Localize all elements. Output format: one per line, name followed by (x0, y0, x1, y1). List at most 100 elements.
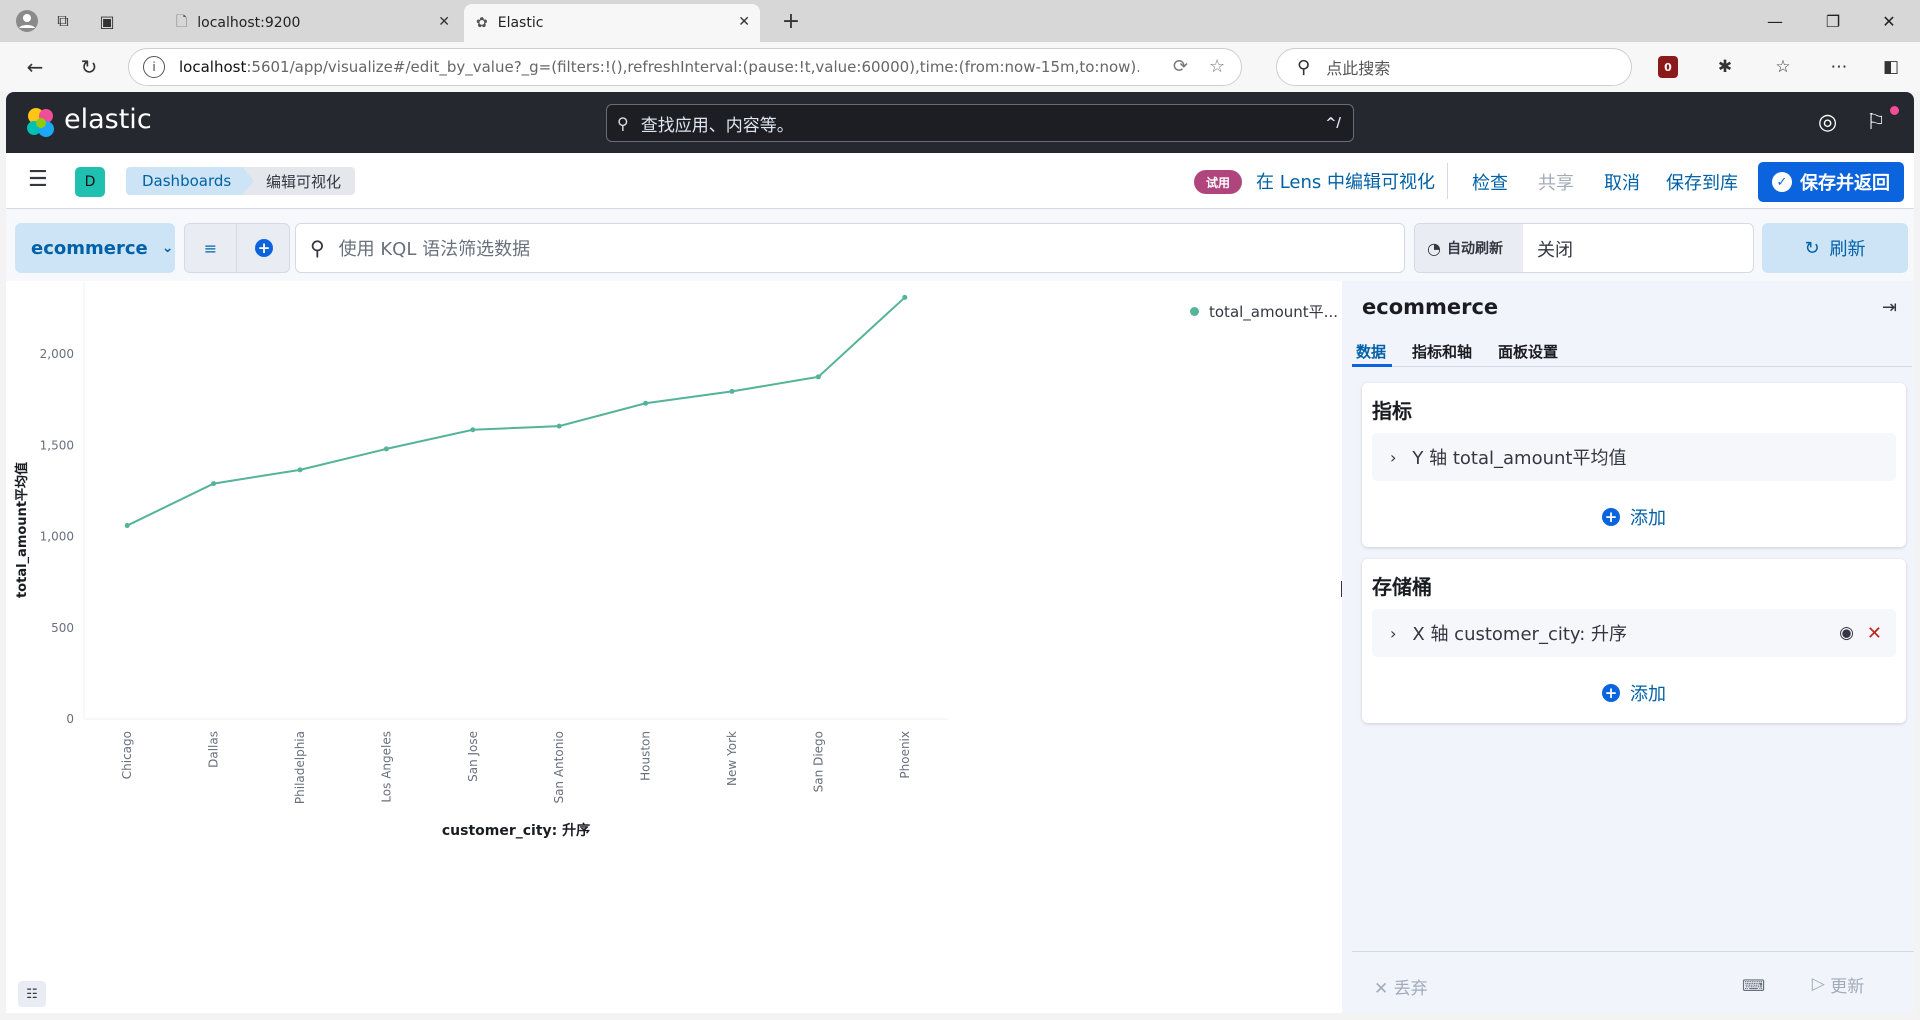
refresh-button[interactable]: ↻ 刷新 (1762, 223, 1908, 273)
y-tick-label: 1,500 (40, 438, 74, 452)
minimize-icon[interactable]: — (1752, 8, 1798, 34)
restore-icon[interactable]: ❐ (1810, 8, 1856, 34)
bucket-item-label: X 轴 customer_city: 升序 (1412, 624, 1628, 645)
translate-icon[interactable]: ⟳ (1173, 56, 1188, 77)
browser-tab-title: Elastic (497, 15, 544, 31)
auto-refresh-control[interactable]: ◔ 自动刷新 关闭 (1414, 223, 1754, 273)
window-close-icon[interactable]: ✕ (1866, 8, 1912, 34)
x-tick-label: San Jose (466, 731, 480, 782)
trial-badge: 试用 (1194, 170, 1243, 194)
close-tab-icon[interactable]: ✕ (738, 14, 750, 30)
elastic-logo-icon[interactable] (24, 106, 58, 140)
search-icon: ⚲ (310, 236, 325, 260)
chevron-right-icon[interactable]: › (1390, 624, 1396, 643)
tab-panel-settings[interactable]: 面板设置 (1498, 341, 1558, 362)
browser-search-box[interactable]: ⚲ 点此搜索 (1276, 48, 1632, 86)
chevron-down-icon: ⌄ (161, 240, 174, 256)
config-panel: ecommerce ⇥ 数据 指标和轴 面板设置 指标 › Y 轴 total_… (1342, 281, 1914, 1013)
profile-icon[interactable] (12, 8, 42, 34)
inspect-button[interactable]: 检查 (1472, 169, 1508, 195)
filter-menu-icon[interactable]: ≡ (185, 224, 237, 272)
space-avatar[interactable]: D (75, 167, 105, 197)
y-axis-label: total_amount平均值 (14, 462, 30, 598)
kql-query-input[interactable]: ⚲ 使用 KQL 语法筛选数据 (295, 223, 1405, 273)
add-filter-button[interactable]: + (238, 224, 290, 272)
remove-icon[interactable]: ✕ (1867, 623, 1882, 644)
data-point (729, 388, 735, 394)
add-label: 添加 (1630, 684, 1666, 705)
config-footer: ✕ 丢弃 ⌨ ▷ 更新 (1352, 951, 1914, 1013)
data-view-picker[interactable]: ecommerce ⌄ (15, 223, 175, 273)
browser-tab-localhost[interactable]: 🗋 localhost:9200 ✕ (164, 4, 460, 42)
config-tabs: 数据 指标和轴 面板设置 (1352, 335, 1912, 367)
reload-icon[interactable]: ↻ (74, 53, 104, 81)
vertical-tabs-icon[interactable]: ▣ (92, 8, 122, 34)
keyboard-icon[interactable]: ⌨ (1742, 976, 1765, 995)
address-bar[interactable]: i localhost:5601/app/visualize#/edit_by_… (128, 48, 1242, 86)
elastic-brand-name[interactable]: elastic (64, 104, 152, 135)
x-tick-label: Houston (639, 731, 653, 781)
back-icon[interactable]: ← (20, 53, 50, 81)
search-icon: ⚲ (1297, 56, 1311, 78)
favorite-star-icon[interactable]: ☆ (1209, 56, 1225, 77)
close-tab-icon[interactable]: ✕ (438, 14, 450, 30)
buckets-title: 存储桶 (1372, 575, 1432, 599)
site-info-icon[interactable]: i (143, 56, 165, 78)
eye-icon[interactable]: ◉ (1839, 623, 1854, 643)
data-point (815, 374, 821, 380)
x-tick-label: Phoenix (898, 731, 912, 779)
tab-metrics-axes[interactable]: 指标和轴 (1412, 341, 1472, 362)
ublock-extension-icon[interactable]: 0 (1658, 56, 1678, 78)
check-icon: ✓ (1772, 172, 1792, 192)
elastic-favicon-icon: ✿ (476, 15, 488, 31)
add-metric-button[interactable]: + 添加 (1362, 497, 1906, 537)
data-view-label: ecommerce (31, 237, 148, 259)
refresh-label: 刷新 (1829, 239, 1866, 260)
save-and-return-button[interactable]: ✓ 保存并返回 (1758, 162, 1904, 202)
filter-controls: ≡ + (184, 223, 290, 273)
favorites-icon[interactable]: ☆ (1770, 54, 1796, 80)
toolbar-divider (1447, 163, 1448, 199)
bucket-item[interactable]: › X 轴 customer_city: 升序 ◉ ✕ (1372, 609, 1896, 657)
browser-tab-strip: ⧉ ▣ 🗋 localhost:9200 ✕ ✿ Elastic ✕ + — ❐… (0, 0, 1920, 42)
data-point (383, 446, 389, 452)
chart-legend[interactable]: total_amount平... (1190, 301, 1338, 322)
save-to-library-button[interactable]: 保存到库 (1666, 169, 1738, 195)
add-bucket-button[interactable]: + 添加 (1362, 673, 1906, 713)
browser-tab-elastic[interactable]: ✿ Elastic ✕ (464, 4, 760, 42)
news-feed-icon[interactable]: ⚐ (1866, 110, 1886, 135)
data-point (556, 423, 562, 429)
cancel-button[interactable]: 取消 (1604, 169, 1640, 195)
tab-data[interactable]: 数据 (1356, 341, 1386, 362)
breadcrumb-dashboards[interactable]: Dashboards (126, 167, 257, 195)
line-chart: 0 500 1,000 1,500 2,000 total_amount平均值 Chicag… (14, 281, 948, 839)
extensions-icon[interactable]: ✱ (1712, 54, 1738, 80)
save-and-return-label: 保存并返回 (1800, 173, 1890, 194)
y-tick-label: 500 (51, 621, 74, 635)
share-button[interactable]: 共享 (1538, 169, 1574, 195)
data-point (211, 481, 217, 487)
discard-button[interactable]: ✕ 丢弃 (1374, 974, 1428, 999)
x-tick-label: San Diego (811, 731, 825, 792)
metric-item[interactable]: › Y 轴 total_amount平均值 (1372, 433, 1896, 481)
collapse-panel-icon[interactable]: ⇥ (1882, 297, 1897, 318)
clock-icon: ◔ (1427, 238, 1441, 258)
data-point (643, 400, 649, 406)
more-menu-icon[interactable]: ⋯ (1826, 54, 1852, 80)
browser-tab-title: localhost:9200 (197, 15, 301, 31)
global-search-placeholder: 查找应用、内容等。 (640, 115, 794, 136)
edit-in-lens-link[interactable]: 在 Lens 中编辑可视化 (1256, 168, 1435, 194)
update-button[interactable]: ▷ 更新 (1782, 964, 1894, 1004)
browser-search-placeholder: 点此搜索 (1326, 59, 1391, 78)
x-tick-label: Chicago (120, 731, 134, 779)
kql-placeholder: 使用 KQL 语法筛选数据 (338, 239, 531, 260)
help-icon[interactable]: ◎ (1818, 110, 1837, 135)
workspaces-icon[interactable]: ⧉ (48, 8, 78, 34)
plus-icon: + (1602, 684, 1620, 702)
hamburger-menu-icon[interactable]: ☰ (28, 167, 48, 192)
sidebar-toggle-icon[interactable]: ◧ (1878, 54, 1904, 80)
new-tab-icon[interactable]: + (776, 8, 806, 34)
legend-toggle-icon[interactable]: ☷ (18, 981, 46, 1007)
chevron-right-icon[interactable]: › (1390, 448, 1396, 467)
global-search-input[interactable]: ⚲ 查找应用、内容等。 ^/ (606, 104, 1354, 142)
